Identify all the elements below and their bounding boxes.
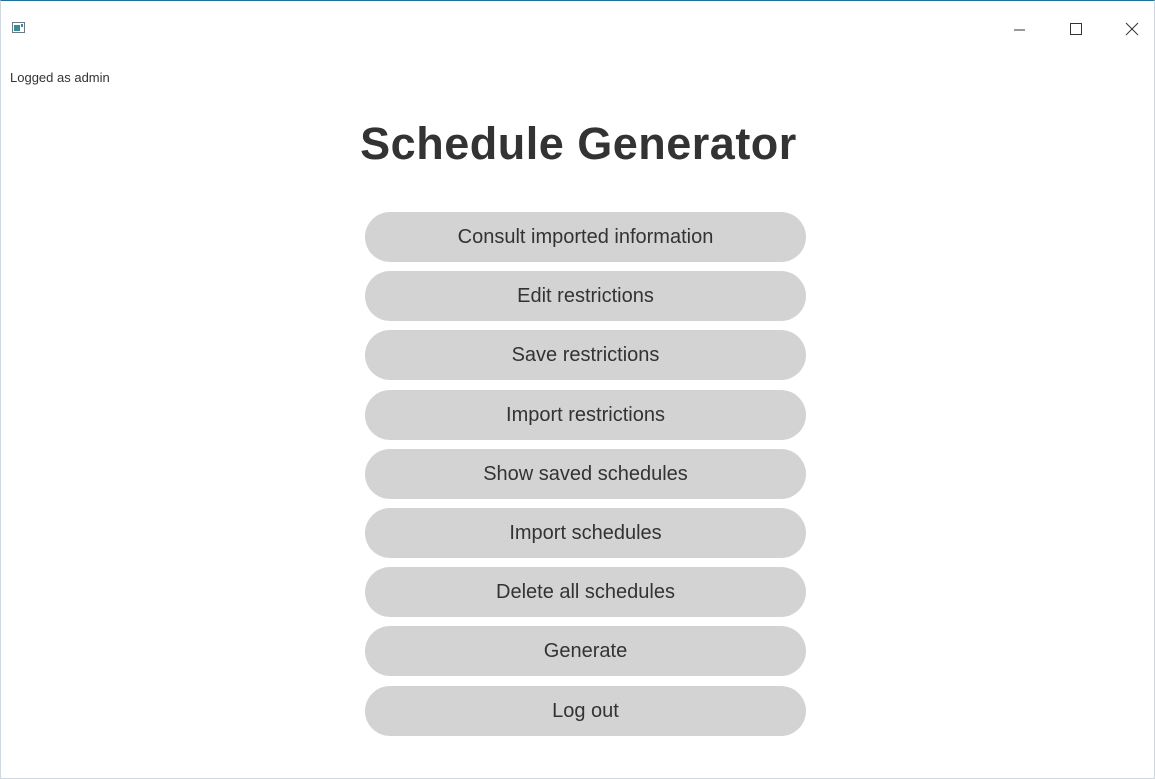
logged-user-label: Logged as admin: [10, 70, 110, 85]
title-bar[interactable]: [1, 1, 1154, 36]
delete-all-schedules-button[interactable]: Delete all schedules: [365, 567, 806, 618]
maximize-button[interactable]: [1053, 13, 1099, 44]
minimize-button[interactable]: [997, 13, 1043, 44]
edit-restrictions-button[interactable]: Edit restrictions: [365, 271, 806, 322]
close-icon: [1125, 22, 1139, 36]
close-button[interactable]: [1109, 13, 1155, 44]
import-restrictions-button[interactable]: Import restrictions: [365, 389, 806, 440]
maximize-icon: [1070, 23, 1082, 35]
generate-button[interactable]: Generate: [365, 626, 806, 677]
minimize-icon: [1014, 29, 1025, 31]
show-saved-schedules-button[interactable]: Show saved schedules: [365, 448, 806, 499]
log-out-button[interactable]: Log out: [365, 685, 806, 736]
consult-imported-information-button[interactable]: Consult imported information: [365, 212, 806, 262]
page-title: Schedule Generator: [360, 118, 797, 169]
main-menu: Consult imported information Edit restri…: [365, 212, 806, 745]
import-schedules-button[interactable]: Import schedules: [365, 507, 806, 558]
app-window-icon: [12, 22, 25, 33]
app-window: Logged as admin Schedule Generator Consu…: [0, 0, 1155, 779]
save-restrictions-button[interactable]: Save restrictions: [365, 330, 806, 381]
